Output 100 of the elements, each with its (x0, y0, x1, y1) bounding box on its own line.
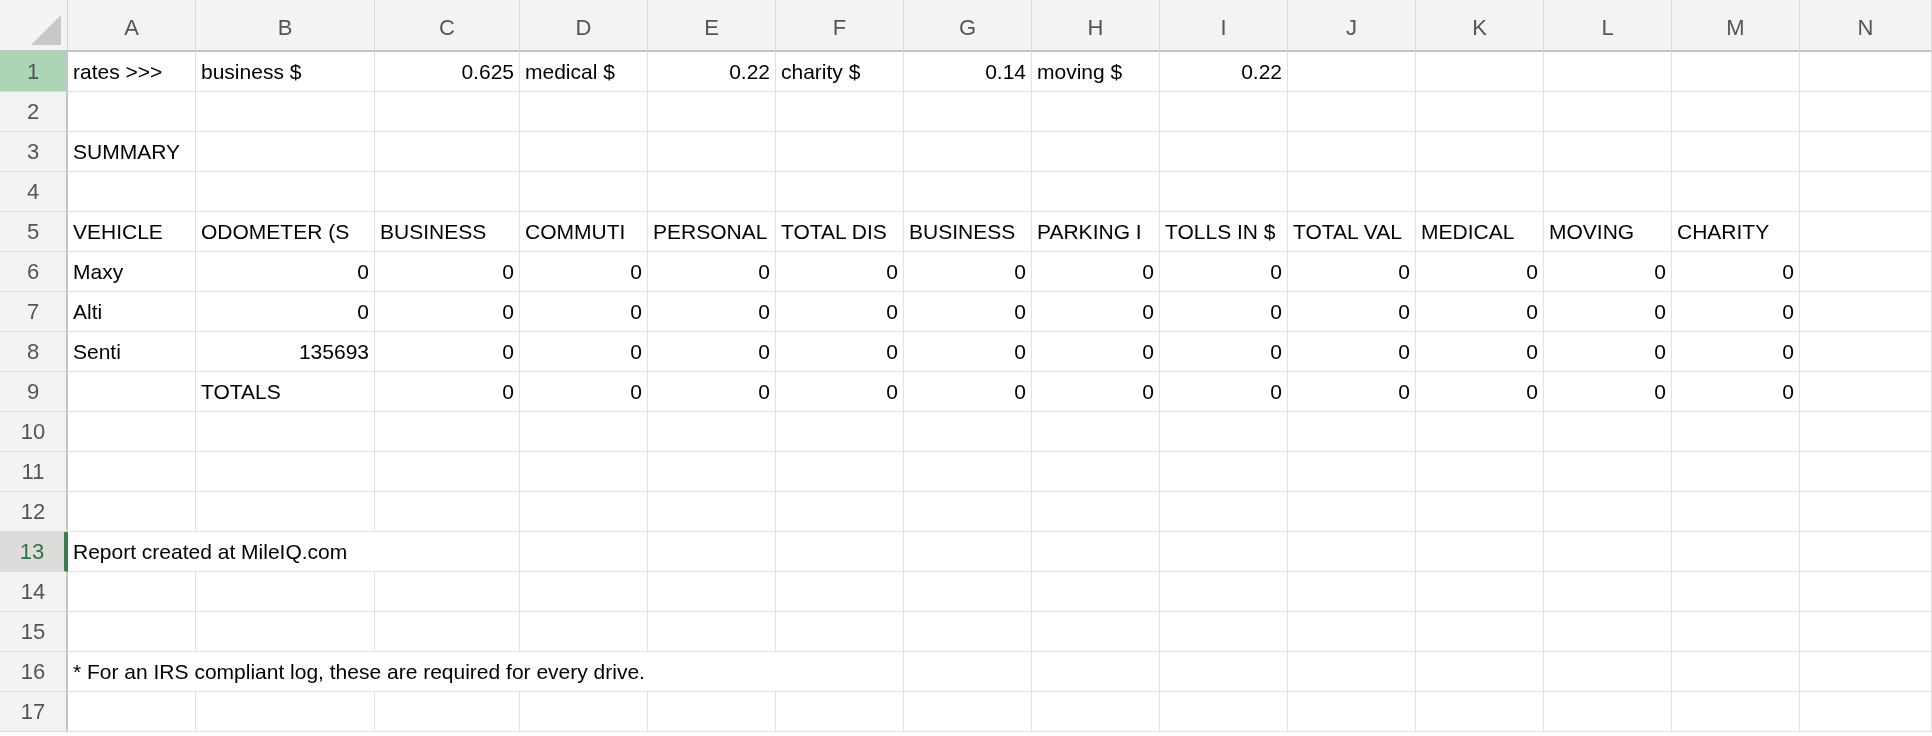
table-cell: 0 (1672, 292, 1800, 332)
table-cell: 0 (904, 252, 1032, 292)
table-cell: 0 (648, 292, 776, 332)
column-header[interactable]: H (1032, 0, 1160, 52)
row-header[interactable]: 5 (0, 212, 68, 252)
row-header[interactable]: 15 (0, 612, 68, 652)
table-cell: Maxy (68, 252, 196, 292)
row-header[interactable]: 14 (0, 572, 68, 612)
row-header[interactable]: 12 (0, 492, 68, 532)
table-cell: 0 (1160, 252, 1288, 292)
table-cell: VEHICLE (68, 212, 196, 252)
table-cell: 0 (1416, 292, 1544, 332)
table-cell: 0 (375, 372, 520, 412)
table-cell: 0 (1416, 332, 1544, 372)
table-cell: 0 (375, 332, 520, 372)
table-cell: 0 (776, 372, 904, 412)
table-cell: 0 (1288, 292, 1416, 332)
table-cell: PARKING I (1032, 212, 1160, 252)
column-header[interactable]: M (1672, 0, 1800, 52)
table-cell: 0 (1160, 372, 1288, 412)
row-header[interactable]: 2 (0, 92, 68, 132)
table-cell: 0 (1032, 292, 1160, 332)
table-cell: rates >>> (68, 52, 196, 92)
table-cell: 135693 (196, 332, 375, 372)
table-cell: TOTAL DIS (776, 212, 904, 252)
column-header[interactable]: C (375, 0, 520, 52)
table-cell: 0 (1544, 292, 1672, 332)
column-header[interactable]: N (1800, 0, 1932, 52)
table-cell: COMMUTI (520, 212, 648, 252)
column-header[interactable]: E (648, 0, 776, 52)
row-header[interactable]: 16 (0, 652, 68, 692)
table-cell: 0.14 (904, 52, 1032, 92)
table-cell: SUMMARY (68, 132, 196, 172)
column-header[interactable]: F (776, 0, 904, 52)
table-cell: 0 (1032, 332, 1160, 372)
table-cell: TOLLS IN $ (1160, 212, 1288, 252)
row-header[interactable]: 7 (0, 292, 68, 332)
table-cell: 0.22 (648, 52, 776, 92)
table-cell: 0 (1672, 372, 1800, 412)
table-cell: 0 (904, 292, 1032, 332)
table-cell: 0 (1032, 252, 1160, 292)
table-cell: 0 (776, 292, 904, 332)
table-cell: BUSINESS (375, 212, 520, 252)
table-cell: 0 (776, 252, 904, 292)
column-header[interactable]: K (1416, 0, 1544, 52)
row-header[interactable]: 11 (0, 452, 68, 492)
table-cell: TOTALS (196, 372, 375, 412)
table-cell: 0 (1672, 332, 1800, 372)
table-cell: MEDICAL (1416, 212, 1544, 252)
row-header[interactable]: 8 (0, 332, 68, 372)
row-header[interactable]: 13 (0, 532, 68, 572)
table-cell: * For an IRS compliant log, these are required for every drive. (68, 652, 904, 692)
table-cell: 0 (648, 372, 776, 412)
column-header[interactable]: L (1544, 0, 1672, 52)
row-header[interactable]: 10 (0, 412, 68, 452)
row-header[interactable]: 6 (0, 252, 68, 292)
table-cell: moving $ (1032, 52, 1160, 92)
column-header[interactable]: I (1160, 0, 1288, 52)
row-header[interactable]: 3 (0, 132, 68, 172)
row-header[interactable]: 1 (0, 52, 68, 92)
table-cell: 0 (1544, 252, 1672, 292)
table-cell: MOVING (1544, 212, 1672, 252)
table-cell: ODOMETER (S (196, 212, 375, 252)
table-cell: charity $ (776, 52, 904, 92)
table-cell: 0 (1544, 372, 1672, 412)
select-all-icon[interactable] (31, 15, 61, 45)
table-cell: 0 (520, 292, 648, 332)
column-header[interactable]: A (68, 0, 196, 52)
column-header[interactable]: G (904, 0, 1032, 52)
row-header[interactable]: 17 (0, 692, 68, 732)
table-cell: 0 (648, 332, 776, 372)
table-cell: TOTAL VAL (1288, 212, 1416, 252)
table-cell: 0 (375, 252, 520, 292)
table-cell: 0 (375, 292, 520, 332)
column-header[interactable]: D (520, 0, 648, 52)
table-cell: 0 (1160, 292, 1288, 332)
column-header[interactable]: B (196, 0, 375, 52)
table-cell: Senti (68, 332, 196, 372)
table-cell: 0 (520, 252, 648, 292)
table-cell: BUSINESS (904, 212, 1032, 252)
table-cell: 0 (1032, 372, 1160, 412)
table-cell: 0 (904, 332, 1032, 372)
table-cell: 0.625 (375, 52, 520, 92)
table-cell: CHARITY (1672, 212, 1800, 252)
table-cell: 0.22 (1160, 52, 1288, 92)
table-cell: business $ (196, 52, 375, 92)
table-cell: Alti (68, 292, 196, 332)
column-header[interactable]: J (1288, 0, 1416, 52)
table-cell: 0 (1288, 372, 1416, 412)
table-cell: Report created at MileIQ.com (68, 532, 520, 572)
row-header[interactable]: 9 (0, 372, 68, 412)
row-header[interactable]: 4 (0, 172, 68, 212)
table-cell: medical $ (520, 52, 648, 92)
table-cell: PERSONAL (648, 212, 776, 252)
table-cell: 0 (648, 252, 776, 292)
table-cell: 0 (776, 332, 904, 372)
table-cell: 0 (1160, 332, 1288, 372)
table-cell: 0 (1544, 332, 1672, 372)
table-cell: 0 (1416, 252, 1544, 292)
table-cell: 0 (1288, 332, 1416, 372)
